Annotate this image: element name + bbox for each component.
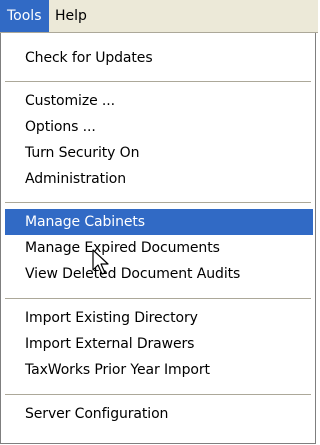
menu-item-import-external-drawers[interactable]: Import External Drawers (5, 331, 313, 357)
menu-separator (5, 202, 311, 203)
menu-bar: Tools Help (0, 0, 318, 33)
arrow-cursor-icon (92, 249, 109, 275)
menu-item-server-configuration[interactable]: Server Configuration (5, 401, 313, 427)
menu-item-options[interactable]: Options ... (5, 114, 313, 140)
menu-item-taxworks-prior-year-import[interactable]: TaxWorks Prior Year Import (5, 357, 313, 383)
menu-item-import-existing-directory[interactable]: Import Existing Directory (5, 305, 313, 331)
menu-item-manage-cabinets[interactable]: Manage Cabinets (5, 209, 313, 235)
menu-item-administration[interactable]: Administration (5, 166, 313, 192)
menu-separator (5, 394, 311, 395)
menu-item-manage-expired-documents[interactable]: Manage Expired Documents (5, 235, 313, 261)
menu-separator (5, 298, 311, 299)
tools-dropdown-menu: Check for Updates Customize ... Options … (0, 33, 316, 444)
menu-item-view-deleted-document-audits[interactable]: View Deleted Document Audits (5, 261, 313, 287)
menu-item-check-for-updates[interactable]: Check for Updates (5, 45, 313, 71)
menu-separator (5, 81, 311, 82)
menu-tools[interactable]: Tools (0, 0, 49, 32)
menu-item-turn-security-on[interactable]: Turn Security On (5, 140, 313, 166)
menu-item-customize[interactable]: Customize ... (5, 88, 313, 114)
menu-help[interactable]: Help (48, 0, 94, 32)
